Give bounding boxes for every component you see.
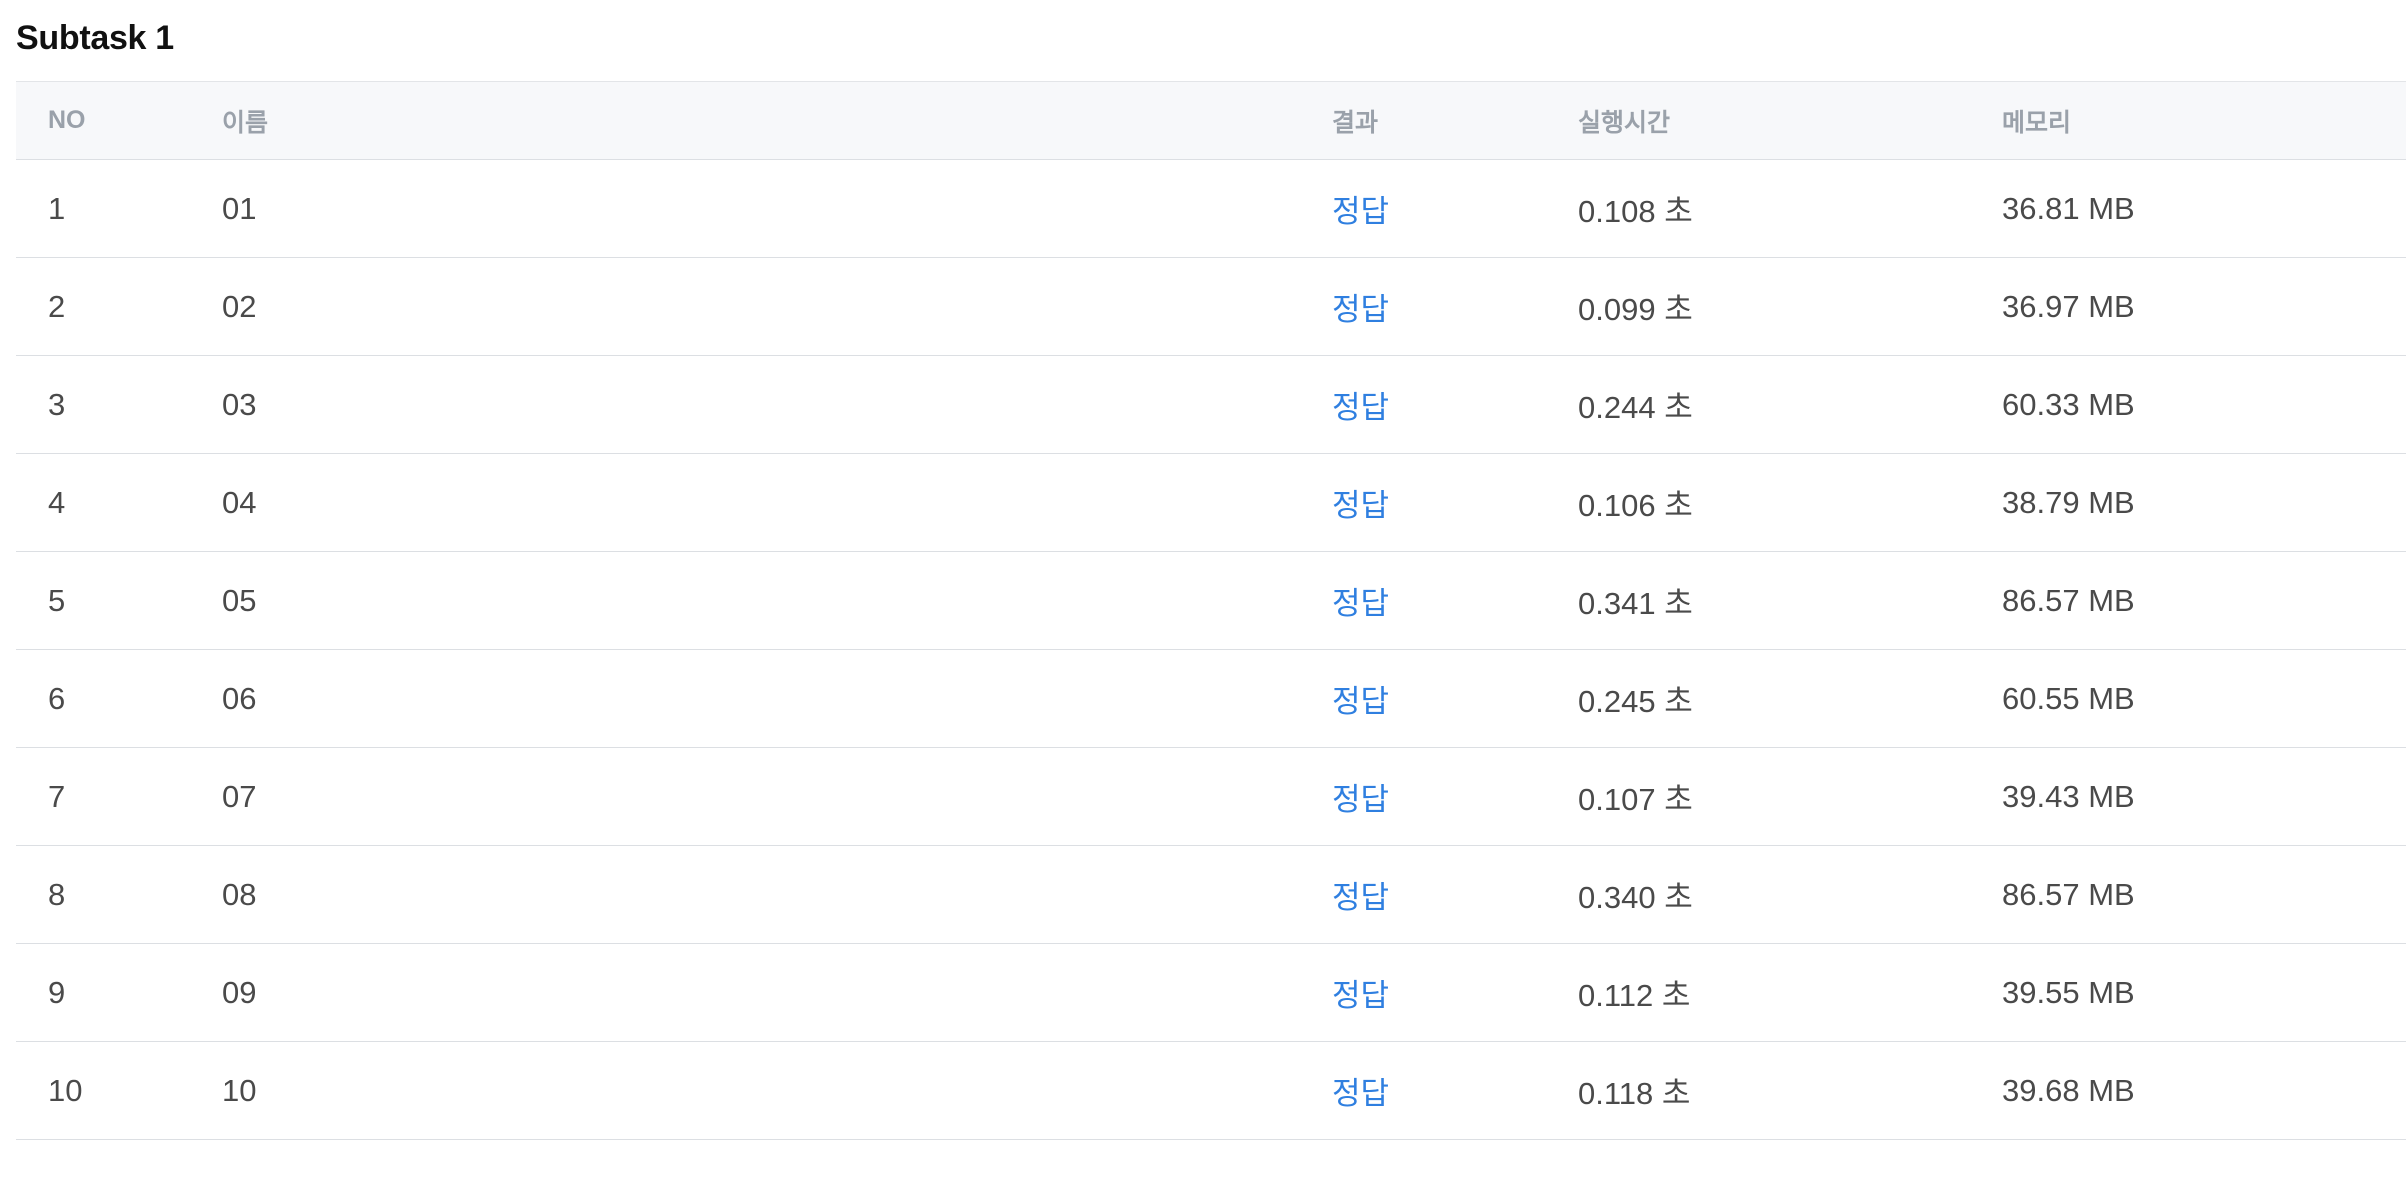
cell-time: 0.340 초 xyxy=(1578,845,2002,944)
cell-name: 02 xyxy=(222,257,1332,356)
cell-result: 정답 xyxy=(1332,257,1578,356)
cell-memory: 60.55 MB xyxy=(2002,649,2406,748)
table-row: 4 04 정답 0.106 초 38.79 MB xyxy=(16,453,2406,552)
cell-name: 04 xyxy=(222,453,1332,552)
cell-time: 0.108 초 xyxy=(1578,159,2002,258)
cell-name: 03 xyxy=(222,355,1332,454)
cell-name: 07 xyxy=(222,747,1332,846)
cell-name: 01 xyxy=(222,159,1332,258)
cell-memory: 86.57 MB xyxy=(2002,845,2406,944)
table-header-row: NO 이름 결과 실행시간 메모리 xyxy=(16,81,2406,160)
cell-name: 06 xyxy=(222,649,1332,748)
cell-memory: 36.97 MB xyxy=(2002,257,2406,356)
cell-no: 6 xyxy=(16,649,222,748)
cell-name: 08 xyxy=(222,845,1332,944)
cell-time: 0.341 초 xyxy=(1578,551,2002,650)
cell-time: 0.107 초 xyxy=(1578,747,2002,846)
cell-result: 정답 xyxy=(1332,943,1578,1042)
cell-no: 9 xyxy=(16,943,222,1042)
column-header-no: NO xyxy=(16,81,222,160)
subtask-title: Subtask 1 xyxy=(16,19,174,57)
cell-no: 3 xyxy=(16,355,222,454)
table-row: 10 10 정답 0.118 초 39.68 MB xyxy=(16,1041,2406,1140)
cell-no: 8 xyxy=(16,845,222,944)
table-row: 6 06 정답 0.245 초 60.55 MB xyxy=(16,649,2406,748)
cell-result: 정답 xyxy=(1332,845,1578,944)
cell-name: 05 xyxy=(222,551,1332,650)
column-header-memory: 메모리 xyxy=(2002,81,2406,160)
column-header-name: 이름 xyxy=(222,81,1332,160)
cell-result: 정답 xyxy=(1332,551,1578,650)
cell-time: 0.099 초 xyxy=(1578,257,2002,356)
cell-memory: 39.43 MB xyxy=(2002,747,2406,846)
cell-memory: 39.55 MB xyxy=(2002,943,2406,1042)
column-header-time: 실행시간 xyxy=(1578,81,2002,160)
cell-name: 10 xyxy=(222,1041,1332,1140)
table-row: 9 09 정답 0.112 초 39.55 MB xyxy=(16,943,2406,1042)
cell-result: 정답 xyxy=(1332,159,1578,258)
cell-result: 정답 xyxy=(1332,747,1578,846)
table-row: 7 07 정답 0.107 초 39.43 MB xyxy=(16,747,2406,846)
cell-memory: 38.79 MB xyxy=(2002,453,2406,552)
cell-result: 정답 xyxy=(1332,1041,1578,1140)
cell-result: 정답 xyxy=(1332,649,1578,748)
cell-result: 정답 xyxy=(1332,453,1578,552)
cell-no: 10 xyxy=(16,1041,222,1140)
cell-name: 09 xyxy=(222,943,1332,1042)
testcase-results-table: NO 이름 결과 실행시간 메모리 1 01 정답 0.108 초 36.81 … xyxy=(16,81,2406,1140)
cell-time: 0.245 초 xyxy=(1578,649,2002,748)
cell-time: 0.106 초 xyxy=(1578,453,2002,552)
table-row: 8 08 정답 0.340 초 86.57 MB xyxy=(16,845,2406,944)
cell-no: 7 xyxy=(16,747,222,846)
cell-no: 4 xyxy=(16,453,222,552)
cell-no: 2 xyxy=(16,257,222,356)
cell-time: 0.118 초 xyxy=(1578,1041,2002,1140)
table-row: 5 05 정답 0.341 초 86.57 MB xyxy=(16,551,2406,650)
table-row: 1 01 정답 0.108 초 36.81 MB xyxy=(16,159,2406,258)
table-row: 2 02 정답 0.099 초 36.97 MB xyxy=(16,257,2406,356)
cell-time: 0.244 초 xyxy=(1578,355,2002,454)
cell-memory: 60.33 MB xyxy=(2002,355,2406,454)
cell-time: 0.112 초 xyxy=(1578,943,2002,1042)
cell-result: 정답 xyxy=(1332,355,1578,454)
table-row: 3 03 정답 0.244 초 60.33 MB xyxy=(16,355,2406,454)
cell-no: 1 xyxy=(16,159,222,258)
cell-memory: 39.68 MB xyxy=(2002,1041,2406,1140)
cell-memory: 86.57 MB xyxy=(2002,551,2406,650)
cell-memory: 36.81 MB xyxy=(2002,159,2406,258)
column-header-result: 결과 xyxy=(1332,81,1578,160)
cell-no: 5 xyxy=(16,551,222,650)
